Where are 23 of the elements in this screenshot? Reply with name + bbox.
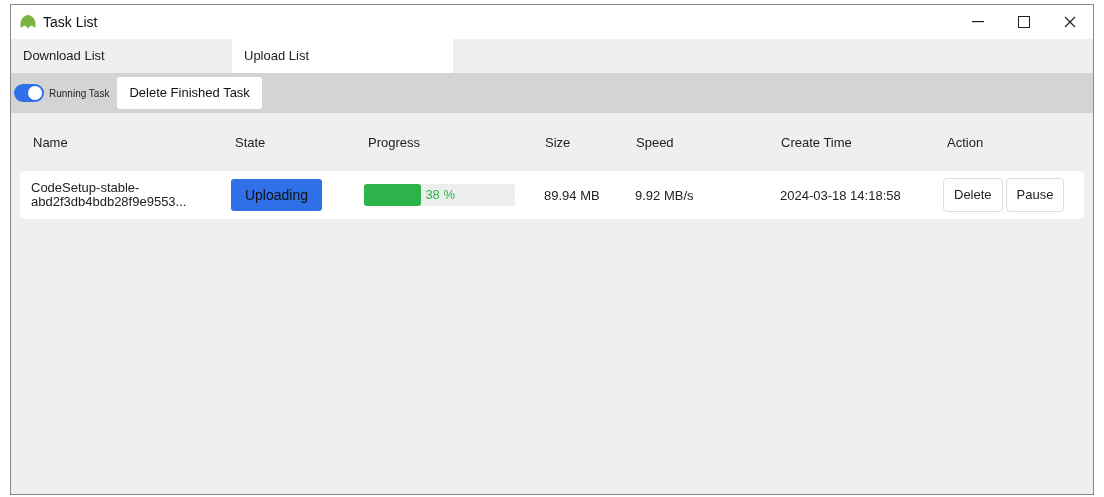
- state-badge: Uploading: [231, 179, 322, 211]
- column-header: Progress: [367, 135, 421, 150]
- maximize-icon: [1018, 16, 1030, 28]
- column-header: State: [234, 135, 266, 150]
- column-header: Name: [32, 135, 68, 150]
- table-cell-text: 2024-03-18 14:18:58: [779, 188, 901, 203]
- tab[interactable]: Upload List: [232, 39, 453, 73]
- column-header: Action: [946, 135, 984, 150]
- toggle-label: Running Task: [49, 86, 110, 101]
- column-header: Speed: [635, 135, 674, 150]
- window-title: Task List: [43, 12, 98, 32]
- toggle-switch[interactable]: [14, 84, 44, 102]
- column-header: Create Time: [780, 135, 852, 150]
- column-header: Size: [544, 135, 571, 150]
- table-cell-text: 89.94 MB: [543, 188, 600, 203]
- close-icon: [1064, 16, 1076, 28]
- progress-text: 38 %: [425, 186, 455, 205]
- table-cell-text: 9.92 MB/s: [634, 188, 694, 203]
- table-cell-text: CodeSetup-stable- abd2f3db4bdb28f9e9553...: [30, 181, 188, 209]
- action-button[interactable]: Pause: [1005, 178, 1065, 212]
- delete-finished-button[interactable]: Delete Finished Task: [117, 77, 262, 109]
- minimize-icon: [972, 21, 984, 23]
- action-button[interactable]: Delete: [943, 178, 1003, 212]
